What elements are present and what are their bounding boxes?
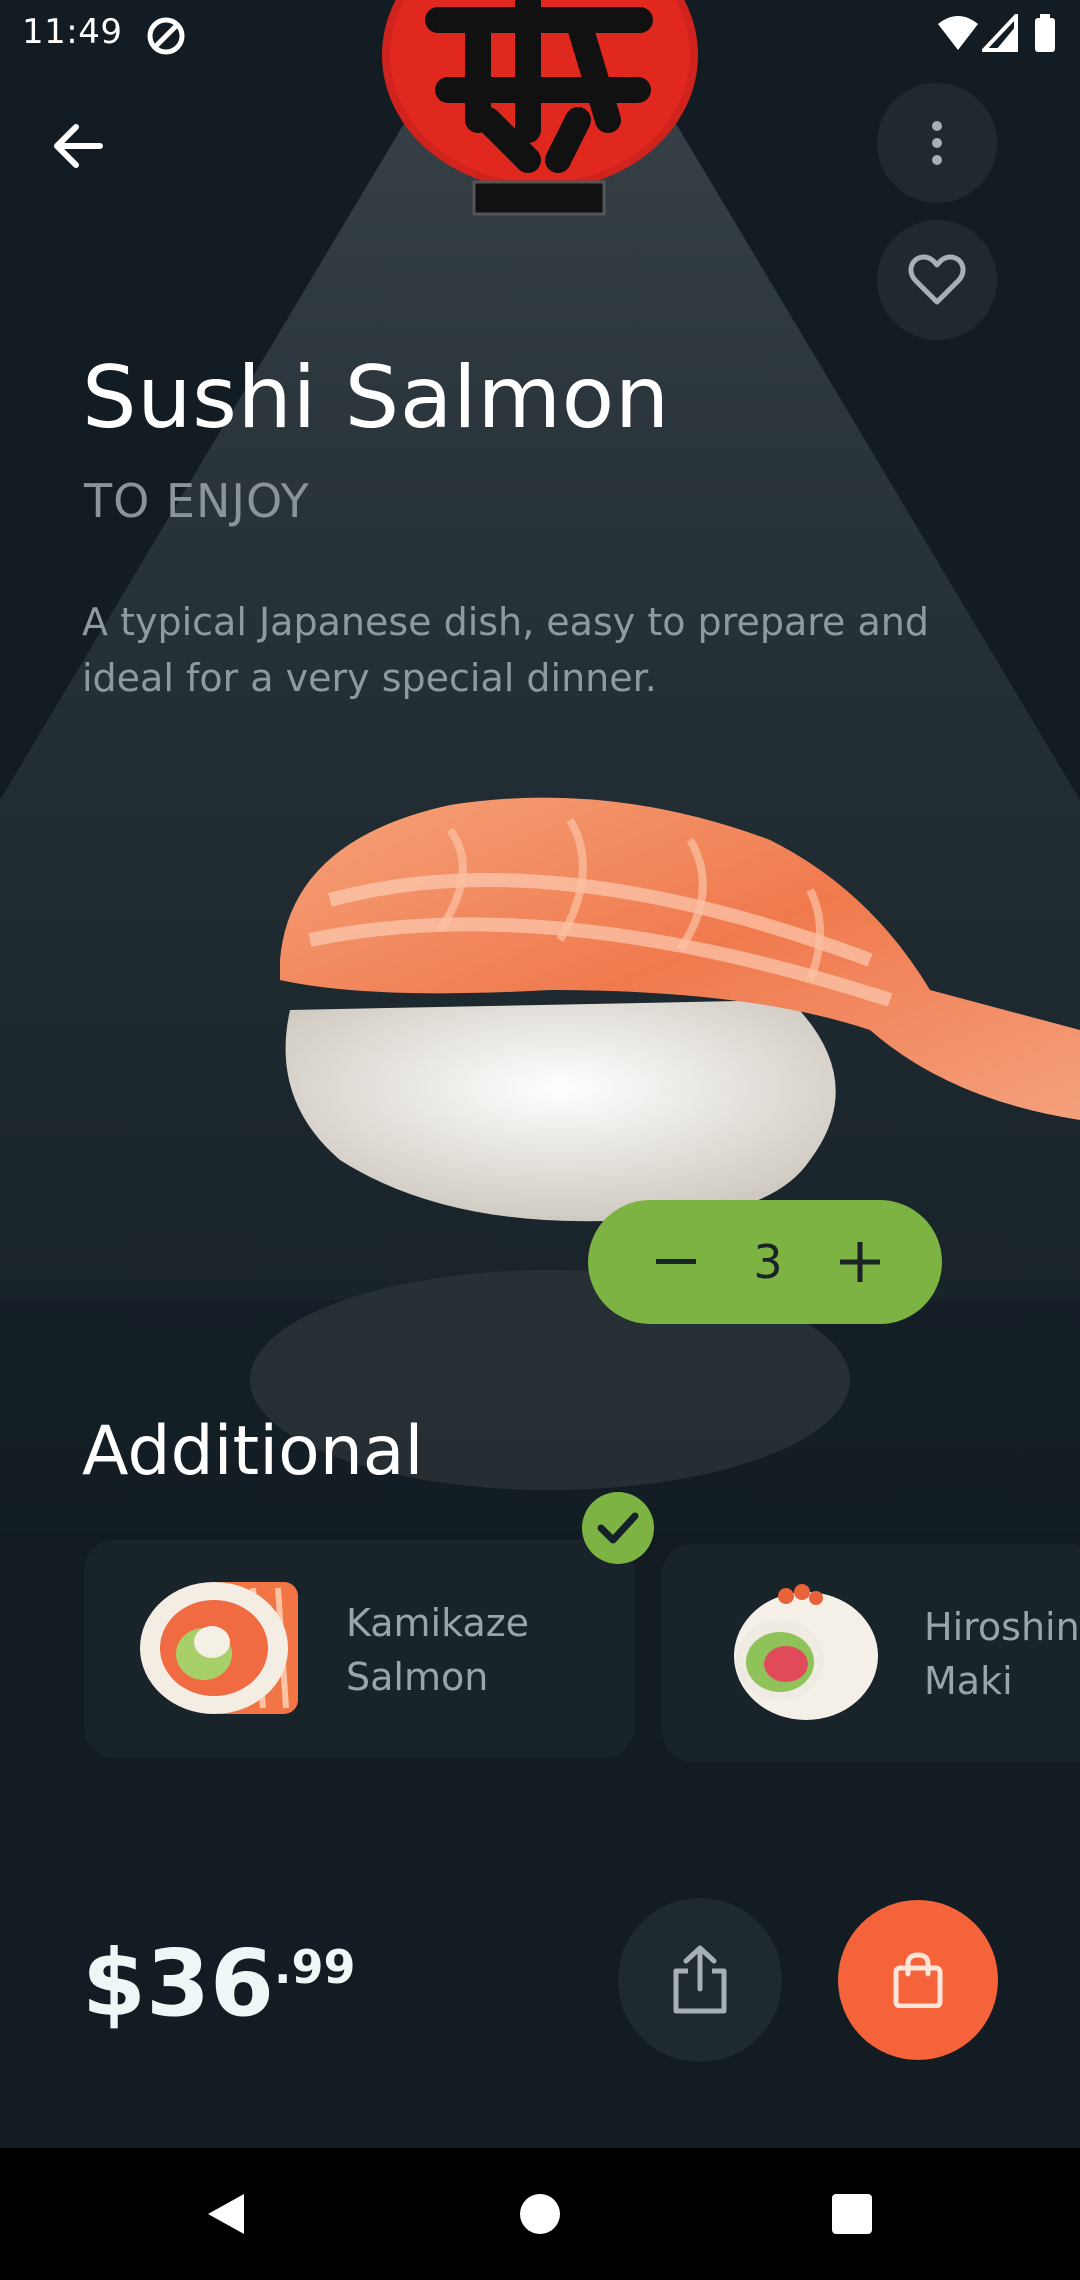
additional-item-card[interactable]: Kamikaze Salmon (84, 1540, 634, 1758)
decrement-button[interactable] (654, 1240, 698, 1284)
share-button[interactable] (618, 1898, 782, 2062)
kamikaze-salmon-thumbnail (140, 1582, 298, 1714)
back-triangle-icon[interactable] (200, 2188, 252, 2240)
back-button[interactable] (40, 108, 116, 184)
favorite-button[interactable] (877, 220, 997, 340)
status-bar: 11:49 (0, 0, 1080, 66)
add-to-cart-button[interactable] (838, 1900, 998, 2060)
more-options-button[interactable] (877, 83, 997, 203)
quantity-value: 3 (753, 1235, 783, 1289)
home-circle-icon[interactable] (514, 2188, 566, 2240)
more-vertical-icon (932, 121, 942, 165)
share-icon (673, 1945, 727, 2014)
at-sign-icon (144, 14, 188, 62)
battery-icon (1034, 14, 1056, 58)
additional-section-title: Additional (82, 1412, 424, 1491)
system-navigation-bar (0, 2148, 1080, 2280)
increment-button[interactable] (838, 1240, 882, 1284)
wifi-icon (936, 14, 980, 58)
price-cents: .99 (274, 1940, 356, 1994)
selected-check-badge (582, 1492, 654, 1564)
plus-icon (840, 1242, 880, 1282)
additional-item-card[interactable]: Hiroshin Maki (662, 1544, 1080, 1762)
price-main: $36 (82, 1930, 275, 2037)
arrow-left-icon (54, 124, 103, 168)
additional-item-name: Hiroshin Maki (924, 1605, 1080, 1703)
additional-item-name: Kamikaze Salmon (346, 1601, 530, 1699)
quantity-stepper[interactable]: 3 (588, 1200, 942, 1324)
product-description: A typical Japanese dish, easy to prepare… (82, 600, 929, 700)
status-time: 11:49 (22, 12, 123, 52)
price: $36.99 (82, 1930, 356, 2037)
minus-icon (656, 1259, 696, 1264)
hiroshin-maki-thumbnail (734, 1584, 878, 1720)
signal-icon (979, 10, 1018, 58)
product-title: Sushi Salmon (82, 348, 670, 448)
check-icon (597, 1512, 639, 1544)
product-subtitle: TO ENJOY (84, 474, 310, 528)
shopping-bag-icon (893, 1952, 943, 2008)
heart-outline-icon (908, 254, 966, 305)
recents-square-icon[interactable] (826, 2188, 878, 2240)
